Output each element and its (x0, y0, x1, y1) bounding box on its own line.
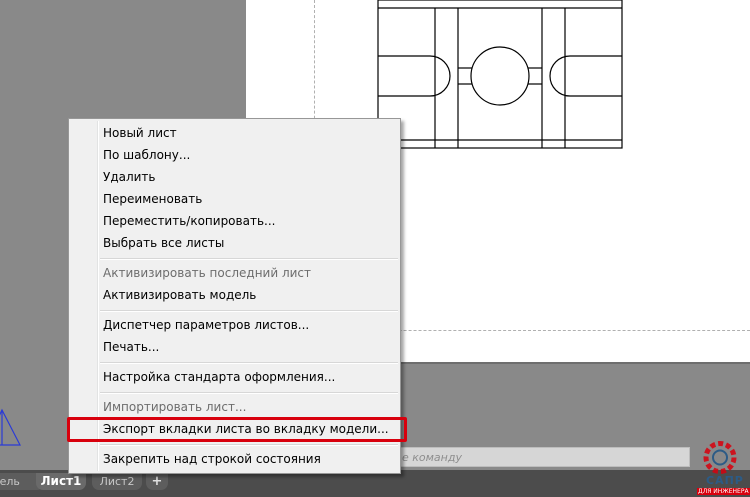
ucs-icon (0, 408, 21, 446)
menu-separator (100, 310, 398, 312)
menu-separator (100, 444, 398, 446)
menu-item-activate-previous-layout: Активизировать последний лист (103, 266, 312, 280)
menu-item-activate-model[interactable]: Активизировать модель (103, 284, 256, 306)
menu-item-plot[interactable]: Печать... (103, 336, 159, 358)
menu-separator (100, 392, 398, 394)
tab-layout2[interactable]: Лист2 (92, 473, 142, 490)
watermark-title: САПР (706, 474, 744, 487)
highlight-frame (67, 417, 407, 442)
part-drawing (377, 0, 623, 149)
layout-tab-bar: дель Лист1 Лист2 + (0, 470, 750, 497)
menu-separator (100, 258, 398, 260)
add-layout-button[interactable]: + (146, 473, 168, 490)
menu-item-dock-above-status-bar[interactable]: Закрепить над строкой состояния (103, 448, 321, 470)
command-line-input[interactable]: е команду (390, 447, 690, 467)
menu-item-select-all-layouts[interactable]: Выбрать все листы (103, 232, 224, 254)
menu-item-new-layout[interactable]: Новый лист (103, 122, 177, 144)
menu-item-from-template[interactable]: По шаблону... (103, 144, 190, 166)
menu-separator (100, 362, 398, 364)
menu-item-drafting-standards[interactable]: Настройка стандарта оформления... (103, 366, 335, 388)
menu-item-move-copy[interactable]: Переместить/копировать... (103, 210, 275, 232)
menu-item-page-setup-manager[interactable]: Диспетчер параметров листов... (103, 314, 309, 336)
menu-item-delete[interactable]: Удалить (103, 166, 156, 188)
menu-item-import-layout: Импортировать лист... (103, 400, 247, 414)
menu-item-rename[interactable]: Переименовать (103, 188, 202, 210)
tab-layout1[interactable]: Лист1 (36, 473, 86, 490)
watermark-subtitle: ДЛЯ ИНЖЕНЕРА (697, 488, 750, 495)
